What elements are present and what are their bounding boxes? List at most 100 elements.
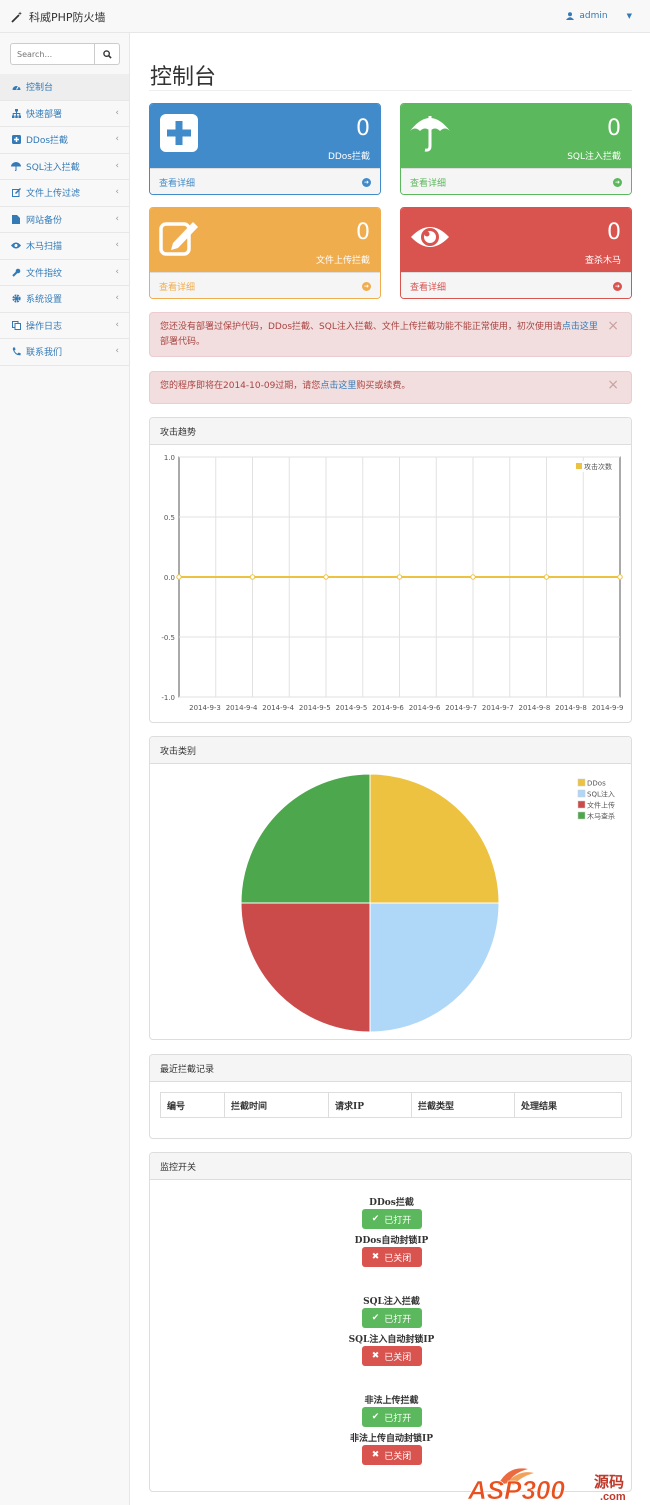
toggle-state: 已打开 (384, 1215, 412, 1226)
x-tick-label: 2014-9-8 (555, 704, 587, 712)
ddos-autoblock-toggle-button[interactable]: ✖ 已关闭 (361, 1247, 422, 1267)
user-menu[interactable]: admin ▼ (566, 11, 632, 21)
renew-link[interactable]: 点击这里 (320, 381, 356, 391)
switch-group-sql: SQL注入拦截 ✔ 已打开 SQL注入自动封锁IP ✖ 已关闭 (150, 1294, 633, 1370)
svg-text:ASP300: ASP300 (468, 1475, 565, 1503)
view-details-link[interactable]: 查看详细 ➜ (150, 168, 380, 194)
stat-card-sql: 0 SQL注入拦截 查看详细 ➜ (400, 103, 632, 195)
column-header: 编号 (160, 1092, 225, 1118)
switch-title: 非法上传拦截 (364, 1396, 419, 1406)
magic-wand-icon (11, 11, 22, 23)
deploy-link[interactable]: 点击这里 (562, 322, 598, 332)
toggle-state: 已打开 (384, 1413, 412, 1424)
chevron-left-icon: ‹ (115, 134, 119, 144)
sidebar: 控制台 快速部署 ‹ DDos拦截 ‹ SQL注入拦截 ‹ 文件上传过滤 ‹ 网… (0, 33, 130, 1505)
file-icon (11, 214, 21, 224)
x-tick-label: 2014-9-9 (592, 704, 624, 712)
sidebar-item-sql[interactable]: SQL注入拦截 ‹ (0, 154, 129, 180)
svg-text:源码: 源码 (594, 1473, 624, 1491)
search-button[interactable] (95, 43, 120, 65)
sitemap-icon (11, 108, 21, 118)
chevron-left-icon: ‹ (115, 346, 119, 356)
sidebar-item-logs[interactable]: 操作日志 ‹ (0, 313, 129, 339)
sidebar-item-deploy[interactable]: 快速部署 ‹ (0, 101, 129, 127)
chevron-left-icon: ‹ (115, 293, 119, 303)
ddos-toggle-button[interactable]: ✔ 已打开 (361, 1209, 422, 1229)
sql-toggle-button[interactable]: ✔ 已打开 (361, 1308, 422, 1328)
x-tick-label: 2014-9-7 (445, 704, 477, 712)
sidebar-search (10, 43, 120, 65)
legend-swatch (576, 463, 582, 469)
switch-title: DDos拦截 (369, 1198, 414, 1208)
legend-swatch (577, 811, 586, 820)
panel-title: 最近拦截记录 (150, 1055, 631, 1082)
times-icon: ✖ (371, 1252, 380, 1262)
switch-title: 非法上传自动封锁IP (350, 1434, 433, 1444)
chevron-left-icon: ‹ (115, 319, 119, 330)
attack-category-chart: DDos SQL注入文件上传木马查杀 (240, 773, 615, 1033)
sidebar-nav: 控制台 快速部署 ‹ DDos拦截 ‹ SQL注入拦截 ‹ 文件上传过滤 ‹ 网… (0, 74, 129, 366)
check-icon: ✔ (371, 1313, 380, 1323)
stat-count: 0 (607, 116, 621, 141)
recent-records-panel: 最近拦截记录 编号 拦截时间 请求IP 拦截类型 处理结果 (149, 1054, 632, 1139)
sidebar-item-dashboard[interactable]: 控制台 (0, 74, 129, 101)
sidebar-item-contact[interactable]: 联系我们 ‹ (0, 339, 129, 366)
search-input[interactable] (10, 43, 95, 65)
attack-trend-panel: 攻击趋势 1.0 0.5 0.0 -0.5 -1.0 2014-9-3 2014-9-4 20… (149, 417, 632, 723)
x-tick-label: 2014-9-6 (372, 704, 404, 712)
user-icon (566, 12, 575, 20)
deploy-alert: 您还没有部署过保护代码，DDos拦截、SQL注入拦截、文件上传拦截功能不能正常使… (149, 312, 632, 357)
arrow-circle-right-icon: ➜ (613, 178, 622, 187)
pie-slice (369, 902, 500, 1033)
legend-label: 攻击次数 (584, 462, 612, 471)
chevron-left-icon: ‹ (115, 213, 119, 224)
sidebar-item-scan[interactable]: 木马扫描 ‹ (0, 233, 129, 260)
svg-text:.com: .com (600, 1491, 626, 1503)
pie-slice (240, 773, 371, 904)
sidebar-item-settings[interactable]: 系统设置 ‹ (0, 286, 129, 313)
sidebar-item-label: 文件指纹 (26, 268, 63, 279)
sidebar-item-ddos[interactable]: DDos拦截 ‹ (0, 127, 129, 154)
chart-legend: DDos SQL注入文件上传木马查杀 (577, 778, 615, 821)
close-icon[interactable]: × (607, 378, 619, 393)
alert-text: 您的程序即将在2014-10-09过期，请您 (160, 381, 321, 391)
view-details-link[interactable]: 查看详细 ➜ (401, 272, 631, 298)
chevron-left-icon: ‹ (115, 160, 119, 171)
caret-down-icon: ▼ (626, 12, 632, 20)
column-header: 拦截类型 (411, 1092, 515, 1118)
alert-tail: 购买或续费。 (356, 381, 411, 391)
data-point (470, 574, 476, 580)
panel-title: 监控开关 (150, 1153, 631, 1180)
switch-title: SQL注入拦截 (363, 1297, 420, 1307)
times-icon: ✖ (371, 1351, 380, 1361)
view-details-link[interactable]: 查看详细 ➜ (150, 272, 380, 298)
toggle-state: 已关闭 (384, 1352, 412, 1363)
view-details-label: 查看详细 (410, 283, 447, 293)
chevron-left-icon: ‹ (115, 240, 119, 250)
sql-autoblock-toggle-button[interactable]: ✖ 已关闭 (361, 1346, 422, 1366)
asp300-watermark-logo: ASP300 源码 .com (468, 1468, 626, 1503)
wrench-icon (11, 267, 21, 277)
sidebar-item-backup[interactable]: 网站备份 ‹ (0, 207, 129, 233)
page-title: 控制台 (150, 65, 217, 90)
dashboard-icon (11, 82, 21, 92)
view-details-link[interactable]: 查看详细 ➜ (401, 168, 631, 194)
sidebar-item-fingerprint[interactable]: 文件指纹 ‹ (0, 260, 129, 286)
switch-group-upload: 非法上传拦截 ✔ 已打开 非法上传自动封锁IP ✖ 已关闭 (150, 1393, 633, 1469)
eye-icon (411, 227, 449, 247)
app-brand[interactable]: 科威PHP防火墙 (11, 9, 106, 25)
toggle-state: 已打开 (384, 1314, 412, 1325)
records-table: 编号 拦截时间 请求IP 拦截类型 处理结果 (160, 1092, 622, 1118)
sidebar-item-label: 快速部署 (26, 109, 63, 120)
legend-label: SQL注入 (587, 790, 615, 799)
upload-toggle-button[interactable]: ✔ 已打开 (361, 1407, 422, 1427)
close-icon[interactable]: × (607, 319, 619, 334)
upload-autoblock-toggle-button[interactable]: ✖ 已关闭 (361, 1445, 422, 1465)
sidebar-item-upload[interactable]: 文件上传过滤 ‹ (0, 180, 129, 207)
app-title: 科威PHP防火墙 (29, 11, 106, 24)
times-icon: ✖ (371, 1450, 380, 1460)
umbrella-icon (11, 161, 21, 171)
sidebar-item-label: 木马扫描 (26, 242, 63, 253)
legend-label: 文件上传 (587, 801, 615, 810)
data-point (543, 574, 550, 580)
